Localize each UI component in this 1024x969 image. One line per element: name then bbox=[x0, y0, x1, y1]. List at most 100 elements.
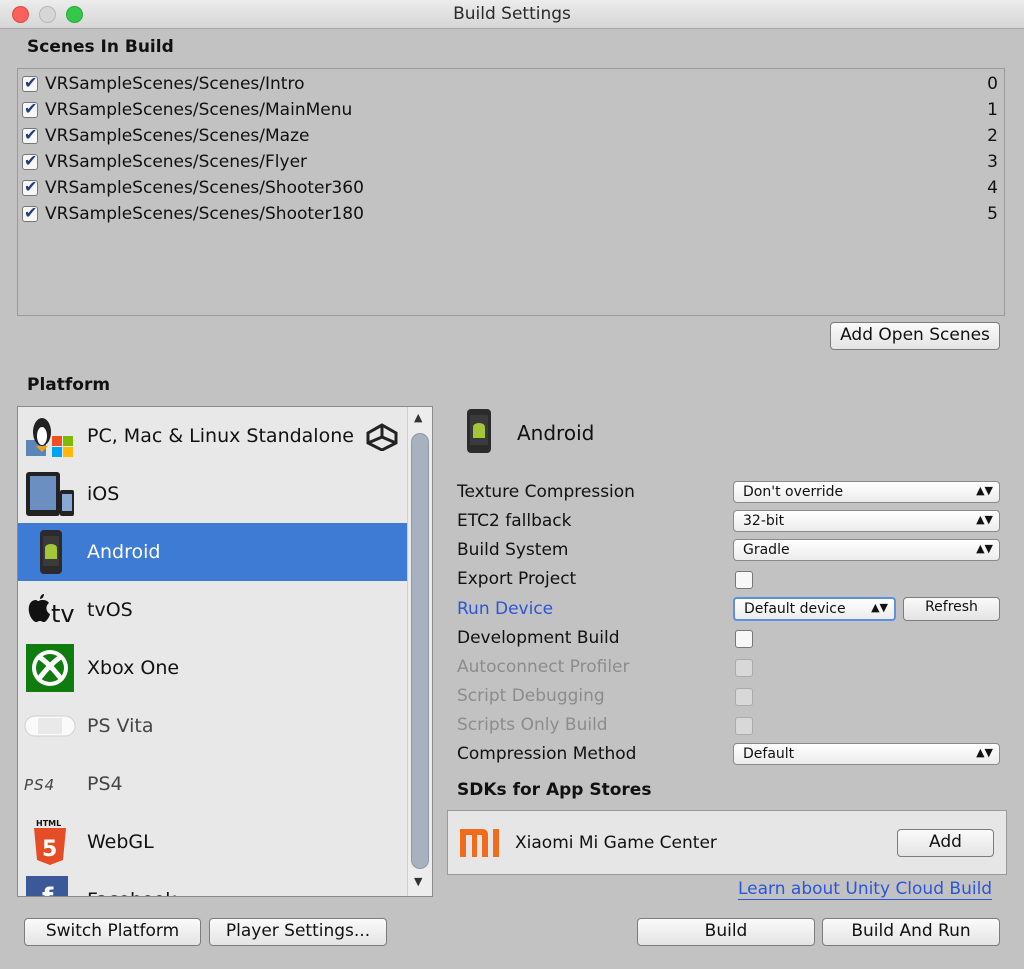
scroll-up-arrow-icon[interactable]: ▲ bbox=[414, 411, 422, 424]
build-and-run-label: Build And Run bbox=[851, 921, 971, 941]
dropdown-value: Default bbox=[743, 746, 795, 762]
script-debugging-checkbox bbox=[735, 688, 753, 706]
scene-path: VRSampleScenes/Scenes/Shooter180 bbox=[45, 204, 364, 224]
run-device-label: Run Device bbox=[457, 599, 554, 619]
run-device-dropdown[interactable]: Default device ▲▼ bbox=[733, 597, 896, 621]
build-button[interactable]: Build bbox=[637, 918, 815, 946]
scene-include-checkbox[interactable] bbox=[22, 125, 38, 144]
platform-label: tvOS bbox=[87, 599, 133, 621]
title-bar: Build Settings bbox=[0, 0, 1024, 29]
scene-row[interactable]: VRSampleScenes/Scenes/Intro 0 bbox=[18, 71, 1004, 97]
android-phone-icon bbox=[467, 409, 491, 453]
scene-row[interactable]: VRSampleScenes/Scenes/Shooter360 4 bbox=[18, 175, 1004, 201]
ps4-icon: PS4 bbox=[24, 776, 55, 794]
scene-include-checkbox[interactable] bbox=[22, 73, 38, 92]
scene-index: 3 bbox=[987, 152, 998, 172]
scroll-down-arrow-icon[interactable]: ▼ bbox=[414, 875, 422, 888]
autoconnect-profiler-checkbox bbox=[735, 659, 753, 677]
platform-item-ios[interactable]: iOS bbox=[18, 465, 407, 523]
development-build-checkbox[interactable] bbox=[735, 630, 753, 648]
switch-platform-button[interactable]: Switch Platform bbox=[24, 918, 201, 946]
player-settings-button[interactable]: Player Settings... bbox=[209, 918, 387, 946]
platform-item-xbox-one[interactable]: Xbox One bbox=[18, 639, 407, 697]
export-project-label: Export Project bbox=[457, 569, 577, 589]
platform-item-ps-vita[interactable]: PS Vita bbox=[18, 697, 407, 755]
compression-method-label: Compression Method bbox=[457, 744, 637, 764]
window-title: Build Settings bbox=[453, 4, 571, 24]
dropdown-value: 32-bit bbox=[743, 513, 785, 529]
platform-item-webgl[interactable]: HTML 5 WebGL bbox=[18, 813, 407, 871]
platform-label: PS Vita bbox=[87, 715, 154, 737]
scene-path: VRSampleScenes/Scenes/Shooter360 bbox=[45, 178, 364, 198]
scene-path: VRSampleScenes/Scenes/Intro bbox=[45, 74, 305, 94]
add-open-scenes-button[interactable]: Add Open Scenes bbox=[830, 322, 1000, 350]
etc2-fallback-dropdown[interactable]: 32-bit ▲▼ bbox=[733, 510, 1000, 532]
scene-path: VRSampleScenes/Scenes/Flyer bbox=[45, 152, 308, 172]
sdk-list-box: Xiaomi Mi Game Center Add bbox=[447, 810, 1007, 875]
ios-device-icon bbox=[26, 472, 74, 516]
add-sdk-label: Add bbox=[929, 832, 962, 852]
selected-platform-title: Android bbox=[517, 421, 595, 445]
platform-label: PS4 bbox=[87, 773, 123, 795]
scene-include-checkbox[interactable] bbox=[22, 203, 38, 222]
platform-list-scrollbar[interactable]: ▲ ▼ bbox=[407, 407, 432, 896]
autoconnect-profiler-label: Autoconnect Profiler bbox=[457, 657, 630, 677]
platform-item-standalone[interactable]: PC, Mac & Linux Standalone bbox=[18, 407, 407, 465]
platform-label: Xbox One bbox=[87, 657, 180, 679]
add-open-scenes-label: Add Open Scenes bbox=[840, 325, 990, 345]
player-settings-label: Player Settings... bbox=[225, 921, 371, 941]
scene-index: 4 bbox=[987, 178, 998, 198]
build-system-dropdown[interactable]: Gradle ▲▼ bbox=[733, 539, 1000, 561]
scene-include-checkbox[interactable] bbox=[22, 177, 38, 196]
scroll-thumb[interactable] bbox=[411, 433, 429, 869]
scene-row[interactable]: VRSampleScenes/Scenes/Maze 2 bbox=[18, 123, 1004, 149]
scene-path: VRSampleScenes/Scenes/Maze bbox=[45, 126, 310, 146]
facebook-icon: f bbox=[26, 876, 68, 896]
unity-cloud-build-link[interactable]: Learn about Unity Cloud Build bbox=[738, 879, 993, 900]
platform-item-android[interactable]: Android bbox=[18, 523, 407, 581]
add-sdk-button[interactable]: Add bbox=[897, 829, 994, 857]
unity-active-platform-icon bbox=[366, 423, 398, 451]
scene-index: 2 bbox=[987, 126, 998, 146]
android-phone-icon bbox=[40, 530, 62, 574]
platform-label: Facebook bbox=[87, 889, 176, 896]
scene-index: 1 bbox=[987, 100, 998, 120]
refresh-label: Refresh bbox=[925, 599, 978, 615]
sdks-heading: SDKs for App Stores bbox=[457, 780, 652, 800]
scene-row[interactable]: VRSampleScenes/Scenes/Shooter180 5 bbox=[18, 201, 1004, 227]
platform-item-tvos[interactable]: tv tvOS bbox=[18, 581, 407, 639]
build-settings-window: Build Settings Scenes In Build VRSampleS… bbox=[0, 0, 1024, 969]
standalone-icon bbox=[26, 418, 73, 457]
xiaomi-mi-logo-icon bbox=[460, 829, 499, 857]
build-and-run-button[interactable]: Build And Run bbox=[822, 918, 1000, 946]
scene-include-checkbox[interactable] bbox=[22, 151, 38, 170]
switch-platform-label: Switch Platform bbox=[45, 921, 180, 941]
texture-compression-label: Texture Compression bbox=[457, 482, 635, 502]
platform-list[interactable]: PC, Mac & Linux Standalone iOS Android t… bbox=[17, 406, 433, 897]
updown-arrows-icon: ▲▼ bbox=[976, 484, 993, 497]
scenes-in-build-heading: Scenes In Build bbox=[27, 37, 174, 57]
svg-text:PS4: PS4 bbox=[24, 776, 55, 794]
development-build-label: Development Build bbox=[457, 628, 620, 648]
scene-row[interactable]: VRSampleScenes/Scenes/MainMenu 1 bbox=[18, 97, 1004, 123]
platform-item-facebook[interactable]: f Facebook bbox=[18, 871, 407, 896]
scene-list[interactable]: VRSampleScenes/Scenes/Intro 0 VRSampleSc… bbox=[17, 68, 1005, 316]
scene-include-checkbox[interactable] bbox=[22, 99, 38, 118]
build-system-label: Build System bbox=[457, 540, 569, 560]
refresh-button[interactable]: Refresh bbox=[903, 597, 1000, 621]
scene-row[interactable]: VRSampleScenes/Scenes/Flyer 3 bbox=[18, 149, 1004, 175]
scene-path: VRSampleScenes/Scenes/MainMenu bbox=[45, 100, 353, 120]
etc2-fallback-label: ETC2 fallback bbox=[457, 511, 572, 531]
scene-index: 5 bbox=[987, 204, 998, 224]
build-label: Build bbox=[704, 921, 748, 941]
updown-arrows-icon: ▲▼ bbox=[976, 513, 993, 526]
updown-arrows-icon: ▲▼ bbox=[976, 542, 993, 555]
platform-item-ps4[interactable]: PS4 PS4 bbox=[18, 755, 407, 813]
compression-method-dropdown[interactable]: Default ▲▼ bbox=[733, 743, 1000, 765]
ps-vita-icon bbox=[24, 715, 76, 737]
svg-text:5: 5 bbox=[42, 837, 57, 862]
dropdown-value: Gradle bbox=[743, 542, 790, 558]
platform-label: Android bbox=[87, 541, 161, 563]
export-project-checkbox[interactable] bbox=[735, 571, 753, 589]
texture-compression-dropdown[interactable]: Don't override ▲▼ bbox=[733, 481, 1000, 503]
